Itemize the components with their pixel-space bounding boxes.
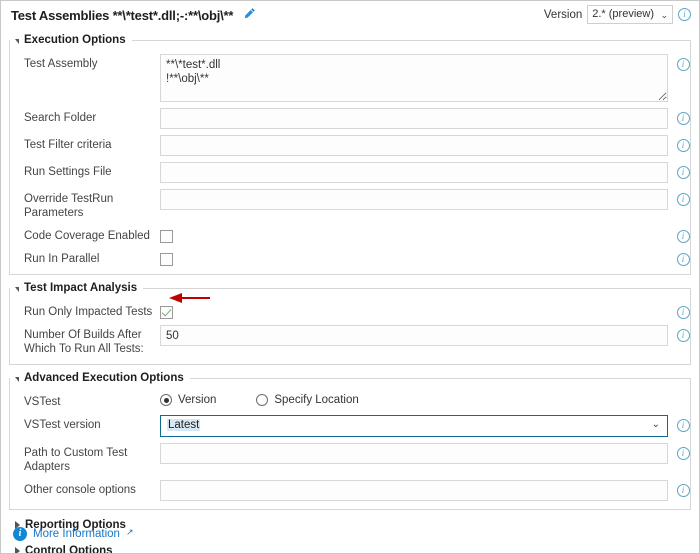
section-body-execution-options: Test Assembly i Search Folder i Test Fil… [9,40,691,275]
section-header-execution-options[interactable]: Execution Options [9,31,691,49]
number-of-builds-label: Number Of Builds After Which To Run All … [24,329,144,355]
more-information-label: More Information [33,528,120,540]
section-body-advanced-execution-options: VSTest Version Specify Location VSTest v… [9,378,691,510]
number-of-builds-info-icon[interactable]: i [676,329,690,342]
other-console-options-input[interactable] [160,480,668,501]
run-in-parallel-label: Run In Parallel [24,253,100,265]
task-body: Execution Options Test Assembly i Search… [1,31,699,554]
field-row-other-console-options: Other console options i [10,480,690,501]
other-console-options-info-icon[interactable]: i [676,484,690,497]
run-in-parallel-info-icon[interactable]: i [676,253,690,266]
field-row-vstest: VSTest Version Specify Location [10,392,690,409]
vstest-radio-specify-location[interactable]: Specify Location [256,394,359,406]
section-divider [143,287,691,289]
run-only-impacted-tests-checkbox[interactable] [160,305,173,319]
vstest-version-label: VSTest version [24,419,101,431]
test-filter-criteria-info-icon[interactable]: i [676,139,690,152]
section-body-test-impact-analysis: Run Only Impacted Tests i Number Of Buil… [9,288,691,365]
section-header-test-impact-analysis[interactable]: Test Impact Analysis [9,279,691,297]
field-row-test-assembly: Test Assembly i [10,54,690,102]
chevron-down-icon: ⌄ [651,419,660,430]
code-coverage-enabled-info-icon[interactable]: i [676,230,690,243]
test-assembly-info-icon[interactable]: i [676,58,690,71]
override-testrun-parameters-info-icon[interactable]: i [676,193,690,206]
section-advanced-execution-options: Advanced Execution Options VSTest Versio… [9,369,691,510]
vstest-task-configuration-panel: Test Assemblies **\*test*.dll;-:**\obj\*… [0,0,700,554]
section-title: Test Impact Analysis [24,282,138,294]
field-row-code-coverage-enabled: Code Coverage Enabled i [10,226,690,243]
test-filter-criteria-label: Test Filter criteria [24,139,112,151]
run-only-impacted-tests-label: Run Only Impacted Tests [24,306,153,318]
field-row-vstest-version: VSTest version Latest ⌄ i [10,415,690,437]
section-divider [131,39,691,41]
test-assembly-label: Test Assembly [24,58,98,70]
version-label: Version [543,8,583,21]
task-header: Test Assemblies **\*test*.dll;-:**\obj\*… [1,1,699,31]
field-row-override-testrun-parameters: Override TestRun Parameters i [10,189,690,220]
section-execution-options: Execution Options Test Assembly i Search… [9,31,691,275]
pencil-icon[interactable] [243,7,256,23]
run-settings-file-label: Run Settings File [24,166,112,178]
field-row-search-folder: Search Folder i [10,108,690,129]
section-title: Control Options [25,545,113,554]
field-row-run-in-parallel: Run In Parallel i [10,249,690,266]
vstest-version-dropdown[interactable]: Latest ⌄ [160,415,668,437]
search-folder-info-icon[interactable]: i [676,112,690,125]
path-to-custom-test-adapters-input[interactable] [160,443,668,464]
version-info-icon[interactable]: i [678,8,691,21]
triangle-expanded-icon [15,38,19,44]
override-testrun-parameters-input[interactable] [160,189,668,210]
triangle-expanded-icon [15,376,19,382]
run-only-impacted-tests-info-icon[interactable]: i [676,306,690,319]
section-title: Advanced Execution Options [24,372,184,384]
info-icon: i [13,527,27,541]
radio-unselected-icon [256,394,269,406]
section-test-impact-analysis: Test Impact Analysis Run Only Impacted T… [9,279,691,365]
search-folder-label: Search Folder [24,112,97,124]
field-row-number-of-builds: Number Of Builds After Which To Run All … [10,325,690,356]
vstest-radio-version[interactable]: Version [160,394,216,406]
field-row-path-to-custom-test-adapters: Path to Custom Test Adapters i [10,443,690,474]
vstest-radio-version-label: Version [178,394,217,406]
vstest-version-value: Latest [167,419,201,431]
section-title: Execution Options [24,34,126,46]
more-information-link[interactable]: i More Information ↗ [13,527,133,541]
field-row-run-settings-file: Run Settings File i [10,162,690,183]
page-title: Test Assemblies **\*test*.dll;-:**\obj\*… [11,7,234,23]
number-of-builds-input[interactable] [160,325,668,346]
code-coverage-enabled-checkbox[interactable] [160,229,173,243]
vstest-radio-specify-location-label: Specify Location [274,394,359,406]
triangle-collapsed-icon [15,547,20,553]
search-folder-input[interactable] [160,108,668,129]
version-area: Version 2.* (preview) ⌄ i [544,5,691,24]
chevron-down-icon: ⌄ [660,10,668,20]
path-to-custom-test-adapters-info-icon[interactable]: i [676,447,690,460]
field-row-run-only-impacted-tests: Run Only Impacted Tests i [10,302,690,319]
vstest-label: VSTest [24,396,61,408]
other-console-options-label: Other console options [24,484,136,496]
test-assembly-input[interactable] [160,54,668,102]
field-row-test-filter-criteria: Test Filter criteria i [10,135,690,156]
override-testrun-parameters-label: Override TestRun Parameters [24,193,114,219]
test-filter-criteria-input[interactable] [160,135,668,156]
run-settings-file-input[interactable] [160,162,668,183]
version-dropdown[interactable]: 2.* (preview) ⌄ [587,5,673,24]
section-header-advanced-execution-options[interactable]: Advanced Execution Options [9,369,691,387]
run-in-parallel-checkbox[interactable] [160,252,173,266]
radio-selected-icon [160,394,172,406]
section-divider [189,377,691,379]
code-coverage-enabled-label: Code Coverage Enabled [24,230,150,242]
version-value: 2.* (preview) [592,8,654,20]
external-link-icon: ↗ [125,526,134,537]
run-settings-file-info-icon[interactable]: i [676,166,690,179]
path-to-custom-test-adapters-label: Path to Custom Test Adapters [24,447,128,473]
vstest-version-info-icon[interactable]: i [676,419,690,432]
vstest-radio-group: Version Specify Location [160,392,668,406]
triangle-expanded-icon [15,286,19,292]
section-header-control-options[interactable]: Control Options [9,542,691,554]
